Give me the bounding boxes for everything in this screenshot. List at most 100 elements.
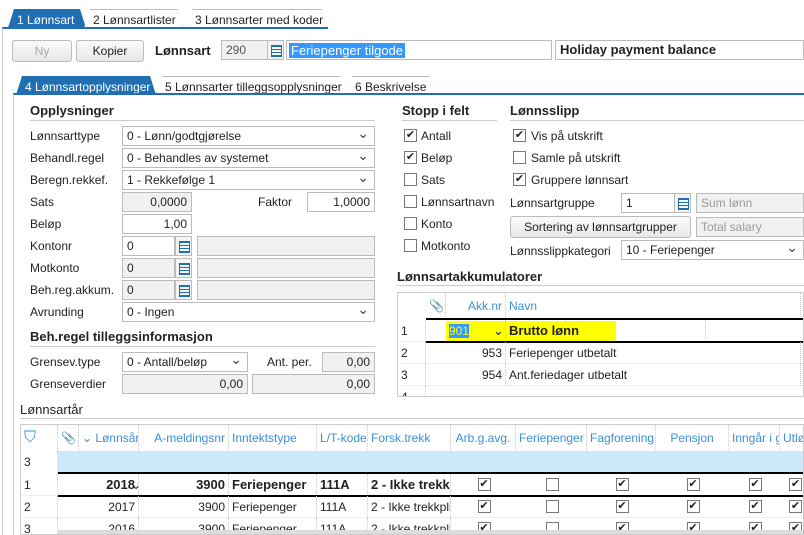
row-checkbox[interactable]: ✔ xyxy=(748,500,762,513)
horizontal-scrollbar[interactable] xyxy=(58,530,803,534)
column-header[interactable]: L/T-kode xyxy=(317,425,368,451)
row-checkbox[interactable]: ✔ xyxy=(789,478,802,491)
row-checkbox[interactable]: ✔ xyxy=(477,500,491,513)
filter-icon[interactable]: ⛉ xyxy=(21,425,58,451)
motkonto-field[interactable]: 0 xyxy=(122,258,175,278)
table-row[interactable]: 3 954 Ant.feriedager utbetalt xyxy=(398,364,803,386)
tab-lonnsart[interactable]: 1 Lønnsart xyxy=(8,9,86,28)
table-row[interactable]: 4 xyxy=(398,386,803,396)
list-icon[interactable] xyxy=(674,193,691,213)
column-header[interactable]: Fagforening xyxy=(587,425,656,451)
lonnsart-name-field[interactable]: Feriepenger tilgode xyxy=(286,40,552,60)
selected-text: Feriepenger tilgode xyxy=(289,43,406,58)
column-header[interactable]: ⌄ Lønnsår xyxy=(79,425,139,451)
sort-groups-button[interactable]: Sortering av lønnsartgrupper xyxy=(510,216,691,238)
behreg-field[interactable]: 0 xyxy=(122,280,175,300)
lonnsslipp-checkbox[interactable]: ✔ xyxy=(513,129,526,142)
tillegg-heading: Beh.regel tilleggsinformasjon xyxy=(30,329,213,344)
sats-label: Sats xyxy=(30,195,55,209)
row-checkbox[interactable]: ✔ xyxy=(686,478,700,491)
column-header[interactable]: Feriepenger xyxy=(516,425,587,451)
row-checkbox[interactable] xyxy=(545,500,559,513)
stopp-heading: Stopp i felt xyxy=(402,103,470,118)
behreg-label: Beh.reg.akkum. xyxy=(30,283,115,297)
grensevtype-select[interactable]: 0 - Antall/beløp xyxy=(122,352,248,372)
row-number: 4 xyxy=(398,386,426,396)
stopp-checkbox[interactable] xyxy=(404,239,417,252)
stopp-checkbox[interactable] xyxy=(404,195,417,208)
row-checkbox[interactable]: ✔ xyxy=(477,478,491,491)
behandl-select[interactable]: 0 - Behandles av systemet xyxy=(122,148,375,168)
lonnsarttype-select[interactable]: 0 - Lønn/godtgjørelse xyxy=(122,126,375,146)
kontonr-field[interactable]: 0 xyxy=(122,236,175,256)
row-checkbox[interactable]: ✔ xyxy=(789,500,802,513)
list-icon[interactable] xyxy=(175,280,192,300)
chevron-down-icon[interactable]: ⌄ xyxy=(131,474,141,496)
lonnsslipp-checkbox[interactable]: ✔ xyxy=(513,173,526,186)
row-checkbox[interactable]: ✔ xyxy=(748,478,762,491)
column-header[interactable]: A-meldingsnr xyxy=(139,425,229,451)
filter-row[interactable] xyxy=(58,451,803,473)
lonnsarttype-label: Lønnsarttype xyxy=(30,129,101,143)
english-name-field[interactable]: Holiday payment balance xyxy=(555,40,804,60)
column-header[interactable]: Arb.g.avg. xyxy=(451,425,516,451)
year-cell[interactable]: 2018 xyxy=(79,474,139,496)
paperclip-icon[interactable]: 📎 xyxy=(58,425,79,451)
column-header[interactable]: Inngår i gr xyxy=(729,425,780,451)
akknr-cell[interactable]: 953 xyxy=(446,342,506,364)
column-header-akknr[interactable]: Akk.nr xyxy=(446,293,506,319)
sats-field[interactable]: 0,0000 xyxy=(122,192,192,212)
row-checkbox[interactable]: ✔ xyxy=(686,500,700,513)
gruppe-field[interactable]: 1 xyxy=(621,193,675,213)
tab-lonnsarter-med-koder[interactable]: 3 Lønnsarter med koder xyxy=(186,9,328,28)
table-row[interactable]: 2 2017 3900 Feriepenger 111A 2 - Ikke trekkpl… xyxy=(21,496,803,518)
motkonto-name-field xyxy=(197,258,375,278)
akknr-cell[interactable]: 954 xyxy=(446,364,506,386)
table-row[interactable]: 2 953 Feriepenger utbetalt xyxy=(398,342,803,364)
list-icon[interactable] xyxy=(267,40,284,60)
kategori-select[interactable]: 10 - Feriepenger xyxy=(621,240,804,260)
lt-cell[interactable]: 111A xyxy=(317,474,368,496)
belop-field[interactable]: 1,00 xyxy=(122,214,192,234)
forsk-cell[interactable]: 2 - Ikke trekkp xyxy=(368,474,451,496)
row-checkbox[interactable]: ✔ xyxy=(615,500,629,513)
column-header[interactable]: Forsk.trekk xyxy=(368,425,451,451)
table-row[interactable]: 1 901 ⌄ Brutto lønn xyxy=(398,320,803,343)
tab-lonnsartlister[interactable]: 2 Lønnsartlister xyxy=(84,9,184,28)
year-cell[interactable]: 2017 xyxy=(79,496,139,518)
gruppe-name-field: Sum lønn xyxy=(696,193,804,213)
lonnsslipp-checkbox[interactable] xyxy=(513,151,526,164)
new-button[interactable]: Ny xyxy=(12,40,72,62)
amld-cell[interactable]: 3900 xyxy=(139,496,229,518)
copy-button[interactable]: Kopier xyxy=(76,40,144,62)
column-header[interactable]: Utløs xyxy=(780,425,803,451)
stopp-checkbox[interactable] xyxy=(404,173,417,186)
row-checkbox[interactable]: ✔ xyxy=(615,478,629,491)
akkumulator-grid: 📎 Akk.nr Navn 1 901 ⌄ Brutto lønn 2 953 Feriepeng… xyxy=(397,292,804,397)
table-row[interactable]: 1 2018 3900 Feriepenger 111A 2 - Ikke trekkp ⌄… xyxy=(21,474,803,497)
type-cell[interactable]: Feriepenger xyxy=(229,496,317,518)
avrunding-select[interactable]: 0 - Ingen xyxy=(122,302,375,322)
amld-cell[interactable]: 3900 xyxy=(139,474,229,496)
column-header[interactable]: Inntektstype xyxy=(229,425,317,451)
stopp-checkbox[interactable] xyxy=(404,217,417,230)
faktor-field[interactable]: 1,0000 xyxy=(307,192,375,212)
list-icon[interactable] xyxy=(175,258,192,278)
column-header[interactable]: Pensjon xyxy=(656,425,729,451)
type-cell[interactable]: Feriepenger xyxy=(229,474,317,496)
chevron-down-icon[interactable]: ⌄ xyxy=(493,320,504,342)
beregn-select[interactable]: 1 - Rekkefølge 1 xyxy=(122,170,375,190)
stopp-checkbox[interactable]: ✔ xyxy=(404,151,417,164)
paperclip-icon[interactable]: 📎 xyxy=(426,293,446,319)
lonnsart-number-field[interactable]: 290 xyxy=(221,40,268,60)
lt-cell[interactable]: 111A xyxy=(317,496,368,518)
list-icon[interactable] xyxy=(175,236,192,256)
forsk-cell[interactable]: 2 - Ikke trekkplikti xyxy=(368,496,451,518)
row-checkbox[interactable] xyxy=(545,478,559,491)
grense2-field[interactable]: 0,00 xyxy=(252,374,375,394)
grense1-field[interactable]: 0,00 xyxy=(122,374,248,394)
column-header-navn[interactable]: Navn xyxy=(506,293,801,319)
row-number: 2 xyxy=(398,342,426,364)
stopp-checkbox[interactable]: ✔ xyxy=(404,129,417,142)
antper-field[interactable]: 0,00 xyxy=(322,352,375,372)
